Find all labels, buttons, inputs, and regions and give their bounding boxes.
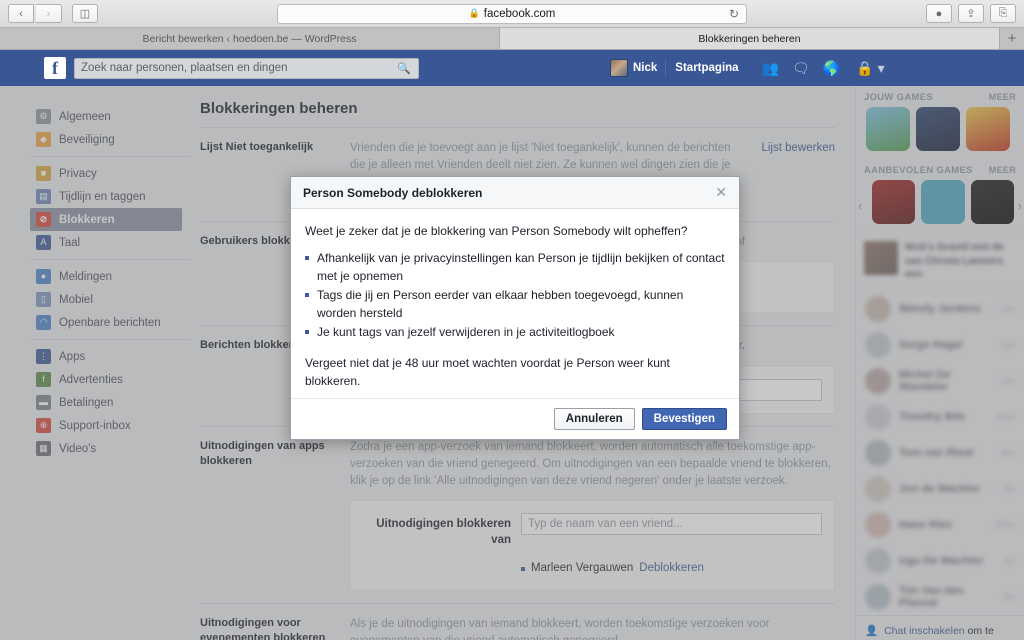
list-item: Je kunt tags van jezelf verwijderen in j… bbox=[305, 324, 725, 343]
facebook-logo-icon[interactable]: f bbox=[44, 57, 66, 79]
forward-button[interactable]: › bbox=[36, 4, 62, 23]
lock-icon: 🔒 bbox=[468, 8, 480, 18]
dialog-title: Person Somebody deblokkeren bbox=[303, 185, 483, 200]
search-placeholder: Zoek naar personen, plaatsen en dingen bbox=[81, 62, 288, 74]
list-item: Afhankelijk van je privacyinstellingen k… bbox=[305, 250, 725, 287]
browser-window: ‹ › ◫ 🔒 facebook.com ↻ ● ⇪ ⎘ Bericht bew… bbox=[0, 0, 1024, 640]
navbar-user-name: Nick bbox=[633, 62, 658, 74]
cancel-button[interactable]: Annuleren bbox=[553, 408, 635, 431]
privacy-shortcuts-menu[interactable]: 🔒 ▾ bbox=[856, 61, 884, 75]
bullet-text: Tags die jij en Person eerder van elkaar… bbox=[317, 288, 684, 320]
messages-icon[interactable]: 🗨 bbox=[792, 61, 810, 75]
address-bar-content: 🔒 facebook.com bbox=[469, 8, 556, 20]
dialog-footer: Annuleren Bevestigen bbox=[291, 398, 739, 439]
navbar-icon-group: 👥 🗨 🌎 bbox=[762, 61, 841, 75]
close-icon[interactable]: ✕ bbox=[715, 184, 727, 201]
bullet-text: Je kunt tags van jezelf verwijderen in j… bbox=[317, 324, 615, 339]
bullet-icon bbox=[305, 256, 309, 261]
bullet-icon bbox=[305, 293, 309, 298]
unblock-confirmation-dialog: Person Somebody deblokkeren ✕ Weet je ze… bbox=[290, 176, 740, 441]
browser-toolbar: ‹ › ◫ 🔒 facebook.com ↻ ● ⇪ ⎘ bbox=[0, 0, 1024, 28]
dialog-header: Person Somebody deblokkeren ✕ bbox=[291, 177, 739, 209]
navbar-profile-link[interactable]: Nick bbox=[602, 59, 665, 77]
navigation-buttons: ‹ › bbox=[8, 4, 62, 23]
sidebar-icon[interactable]: ◫ bbox=[72, 4, 98, 23]
toolbar-right-buttons: ● ⇪ ⎘ bbox=[926, 4, 1016, 23]
back-button[interactable]: ‹ bbox=[8, 4, 34, 23]
new-tab-button[interactable]: + bbox=[1000, 28, 1024, 49]
bullet-icon bbox=[305, 329, 309, 334]
privacy-lock-icon: 🔒 bbox=[856, 60, 874, 76]
friend-requests-icon[interactable]: 👥 bbox=[762, 61, 779, 75]
address-bar-url: facebook.com bbox=[483, 7, 556, 20]
search-icon[interactable]: 🔍 bbox=[397, 62, 411, 75]
facebook-navbar-right: Nick Startpagina 👥 🗨 🌎 🔒 ▾ bbox=[602, 59, 885, 77]
dialog-question: Weet je zeker dat je de blokkering van P… bbox=[305, 224, 688, 238]
tab-bar: Bericht bewerken ‹ hoedoen.be — WordPres… bbox=[0, 28, 1024, 50]
facebook-navbar: f Zoek naar personen, plaatsen en dingen… bbox=[0, 50, 1024, 86]
chevron-down-icon: ▾ bbox=[877, 60, 885, 76]
tab-wordpress[interactable]: Bericht bewerken ‹ hoedoen.be — WordPres… bbox=[0, 28, 500, 49]
dialog-bullet-list: Afhankelijk van je privacyinstellingen k… bbox=[305, 250, 725, 353]
list-item: Tags die jij en Person eerder van elkaar… bbox=[305, 287, 725, 324]
facebook-search-input[interactable]: Zoek naar personen, plaatsen en dingen 🔍 bbox=[74, 57, 419, 79]
bullet-text: Afhankelijk van je privacyinstellingen k… bbox=[317, 251, 725, 283]
tabs-icon[interactable]: ⎘ bbox=[990, 4, 1016, 23]
download-icon[interactable]: ● bbox=[926, 4, 952, 23]
tab-blokkeringen-beheren[interactable]: Blokkeringen beheren bbox=[500, 28, 1000, 49]
avatar bbox=[610, 59, 628, 77]
confirm-button[interactable]: Bevestigen bbox=[641, 408, 727, 431]
notifications-icon[interactable]: 🌎 bbox=[823, 61, 840, 75]
reload-icon[interactable]: ↻ bbox=[729, 7, 739, 21]
navbar-home-link[interactable]: Startpagina bbox=[666, 62, 747, 74]
share-icon[interactable]: ⇪ bbox=[958, 4, 984, 23]
dialog-body: Weet je zeker dat je de blokkering van P… bbox=[291, 209, 739, 398]
address-bar[interactable]: 🔒 facebook.com ↻ bbox=[277, 3, 747, 24]
dialog-note: Vergeet niet dat je 48 uur moet wachten … bbox=[305, 356, 670, 388]
